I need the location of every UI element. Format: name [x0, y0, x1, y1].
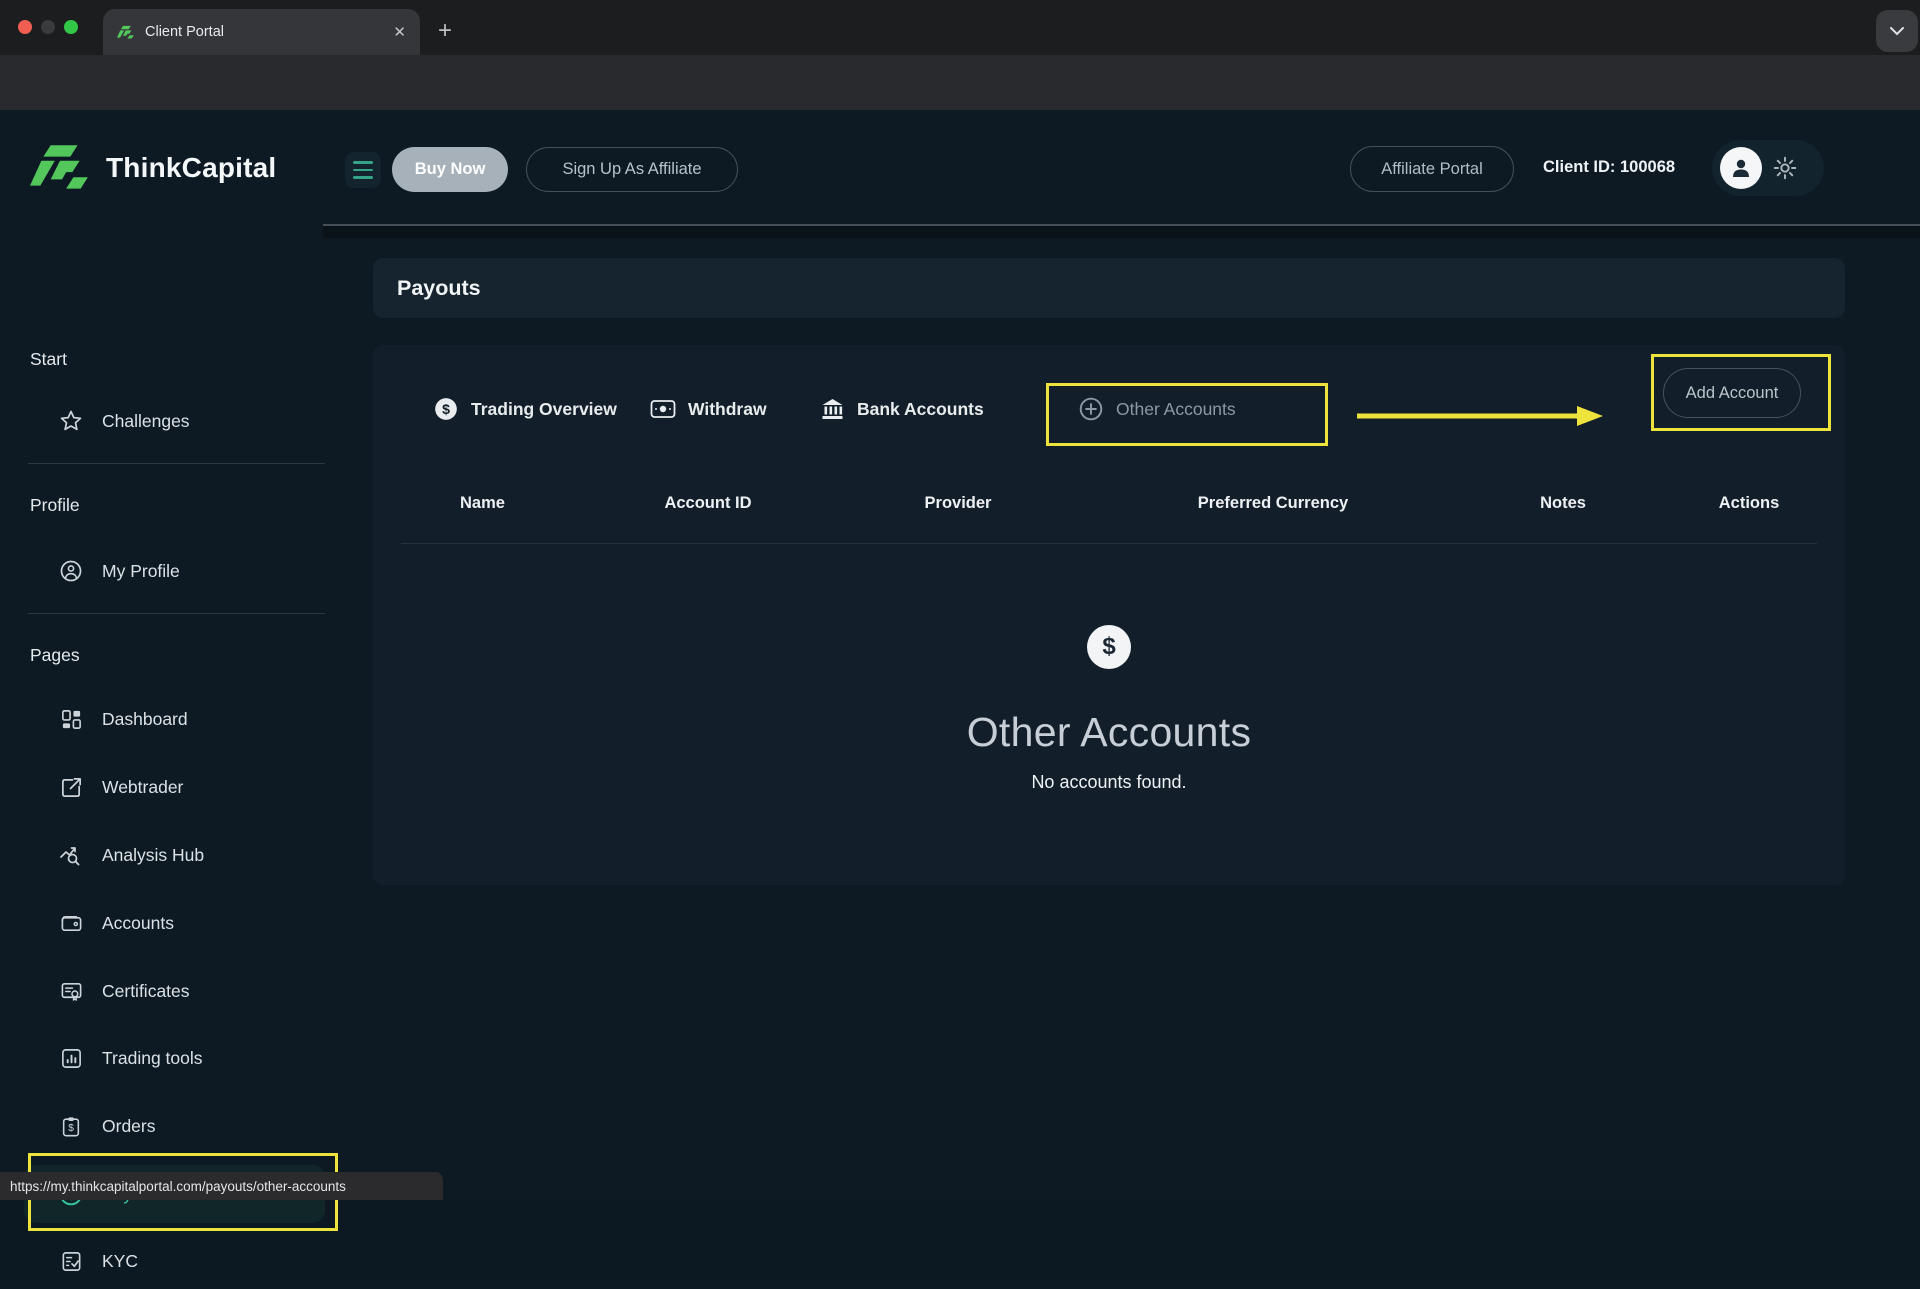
dollar-filled-icon: $ — [433, 396, 459, 422]
external-link-icon — [58, 776, 84, 799]
tab-label: Other Accounts — [1116, 399, 1236, 420]
page-title: Payouts — [397, 276, 481, 301]
sidebar: Start Challenges Profile My Profile Page… — [0, 225, 347, 1200]
empty-state-message: No accounts found. — [1031, 772, 1186, 793]
tab-trading-overview[interactable]: $ Trading Overview — [433, 391, 617, 427]
tab-label: Withdraw — [688, 399, 767, 420]
certificate-icon — [58, 980, 84, 1003]
analysis-chart-icon — [58, 843, 84, 867]
column-header-actions: Actions — [1653, 494, 1845, 513]
tab-withdraw[interactable]: Withdraw — [650, 391, 767, 427]
tab-search-button[interactable] — [1876, 10, 1918, 52]
sidebar-item-orders[interactable]: $ Orders — [0, 1098, 347, 1154]
svg-text:$: $ — [68, 1123, 74, 1134]
user-menu — [1712, 140, 1824, 196]
sidebar-item-label: KYC — [102, 1251, 138, 1272]
sidebar-item-label: Accounts — [102, 913, 174, 934]
column-header-name: Name — [373, 494, 573, 513]
chevron-down-icon — [1890, 27, 1904, 36]
browser-tab[interactable]: Client Portal ✕ — [103, 9, 420, 55]
sidebar-item-dashboard[interactable]: Dashboard — [0, 691, 347, 747]
page-title-bar: Payouts — [373, 258, 1845, 318]
thinkcapital-logo-icon — [30, 143, 92, 193]
sidebar-item-label: Certificates — [102, 981, 190, 1002]
sidebar-item-challenges[interactable]: Challenges — [0, 393, 347, 449]
wallet-icon — [58, 912, 84, 935]
affiliate-portal-button[interactable]: Affiliate Portal — [1350, 146, 1514, 192]
sidebar-section-start: Start — [30, 349, 67, 370]
svg-text:$: $ — [442, 401, 450, 417]
tab-close-icon[interactable]: ✕ — [393, 23, 406, 41]
tab-bank-accounts[interactable]: Bank Accounts — [820, 391, 984, 427]
sidebar-item-my-profile[interactable]: My Profile — [0, 543, 347, 599]
sidebar-item-webtrader[interactable]: Webtrader — [0, 759, 347, 815]
content-top-divider — [323, 224, 1920, 238]
table-header-divider — [401, 543, 1817, 544]
traffic-light-zoom[interactable] — [64, 20, 78, 34]
user-circle-icon — [58, 559, 84, 583]
buy-now-button[interactable]: Buy Now — [392, 147, 508, 192]
sidebar-divider — [28, 613, 325, 614]
clipboard-dollar-icon: $ — [58, 1115, 84, 1138]
payouts-card: $ Trading Overview Withdraw Bank Account… — [373, 345, 1845, 885]
sidebar-toggle-button[interactable] — [345, 152, 381, 188]
tab-label: Trading Overview — [471, 399, 617, 420]
empty-state: $ Other Accounts No accounts found. — [373, 625, 1845, 793]
favicon-thinkcapital — [117, 25, 135, 40]
sidebar-item-label: Challenges — [102, 411, 190, 432]
sign-up-affiliate-button[interactable]: Sign Up As Affiliate — [526, 147, 738, 192]
sidebar-item-label: Trading tools — [102, 1048, 203, 1069]
client-id-label: Client ID: 100068 — [1543, 158, 1675, 177]
sidebar-item-label: Dashboard — [102, 709, 188, 730]
add-account-button[interactable]: Add Account — [1663, 368, 1801, 418]
avatar[interactable] — [1720, 147, 1762, 189]
sidebar-item-label: Orders — [102, 1116, 155, 1137]
document-check-icon — [58, 1250, 84, 1273]
sidebar-item-label: Analysis Hub — [102, 845, 204, 866]
gear-icon[interactable] — [1772, 155, 1798, 181]
sidebar-item-certificates[interactable]: Certificates — [0, 963, 347, 1019]
browser-status-bar: https://my.thinkcapitalportal.com/payout… — [0, 1172, 443, 1200]
sidebar-section-pages: Pages — [30, 645, 80, 666]
tab-other-accounts[interactable]: Other Accounts — [1078, 391, 1236, 427]
status-url: https://my.thinkcapitalportal.com/payout… — [10, 1179, 346, 1194]
browser-toolbar: https://my.thinkcapitalportal.com/payout… — [0, 55, 1920, 110]
table-header-row: Name Account ID Provider Preferred Curre… — [373, 475, 1845, 531]
column-header-provider: Provider — [843, 494, 1073, 513]
traffic-light-minimize[interactable] — [41, 20, 55, 34]
sidebar-section-profile: Profile — [30, 495, 80, 516]
tab-title: Client Portal — [145, 24, 383, 40]
app-header: ThinkCapital Buy Now Sign Up As Affiliat… — [0, 110, 1920, 225]
sidebar-item-label: My Profile — [102, 561, 180, 582]
browser-tab-strip: Client Portal ✕ + — [0, 0, 1920, 55]
user-icon — [1729, 156, 1753, 180]
star-icon — [58, 409, 84, 433]
sidebar-item-analysis-hub[interactable]: Analysis Hub — [0, 827, 347, 883]
column-header-account-id: Account ID — [573, 494, 843, 513]
column-header-preferred-currency: Preferred Currency — [1073, 494, 1473, 513]
sidebar-divider — [28, 463, 325, 464]
bank-icon — [820, 397, 845, 421]
traffic-light-close[interactable] — [18, 20, 32, 34]
sidebar-item-label: Webtrader — [102, 777, 183, 798]
bar-chart-box-icon — [58, 1047, 84, 1070]
brand[interactable]: ThinkCapital — [30, 143, 276, 193]
circle-plus-icon — [1078, 396, 1104, 422]
tab-label: Bank Accounts — [857, 399, 984, 420]
sidebar-item-accounts[interactable]: Accounts — [0, 895, 347, 951]
dashboard-grid-icon — [58, 708, 84, 731]
client-portal-app: ThinkCapital Buy Now Sign Up As Affiliat… — [0, 110, 1920, 1200]
dollar-circle-icon: $ — [1087, 625, 1131, 669]
sidebar-item-kyc[interactable]: KYC — [0, 1233, 347, 1289]
new-tab-button[interactable]: + — [438, 18, 452, 44]
banknote-icon — [650, 398, 676, 420]
column-header-notes: Notes — [1473, 494, 1653, 513]
annotation-arrow — [1355, 403, 1605, 429]
empty-state-title: Other Accounts — [967, 709, 1252, 756]
sidebar-item-trading-tools[interactable]: Trading tools — [0, 1030, 347, 1086]
brand-name: ThinkCapital — [106, 152, 276, 184]
